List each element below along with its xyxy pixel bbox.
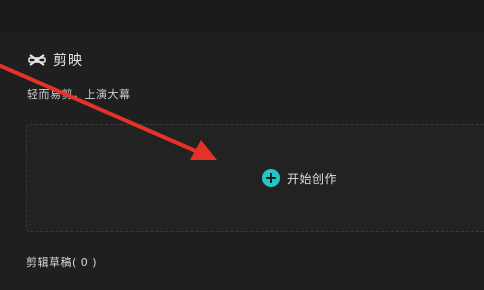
- start-creation-button[interactable]: 开始创作: [262, 169, 337, 187]
- drafts-section-title: 剪辑草稿( 0 ): [26, 256, 98, 269]
- start-creation-label: 开始创作: [287, 171, 338, 186]
- app-name: 剪映: [53, 53, 83, 69]
- plus-circle-icon: [262, 169, 280, 187]
- brand-header: 剪映: [27, 48, 83, 72]
- capcut-home-window: 剪映 轻而易剪，上演大幕 开始创作 剪辑草稿( 0 ): [0, 0, 484, 290]
- app-tagline: 轻而易剪，上演大幕: [27, 88, 131, 101]
- start-creation-panel[interactable]: [26, 124, 484, 232]
- title-bar: [0, 0, 484, 32]
- capcut-logo-icon: [27, 50, 47, 70]
